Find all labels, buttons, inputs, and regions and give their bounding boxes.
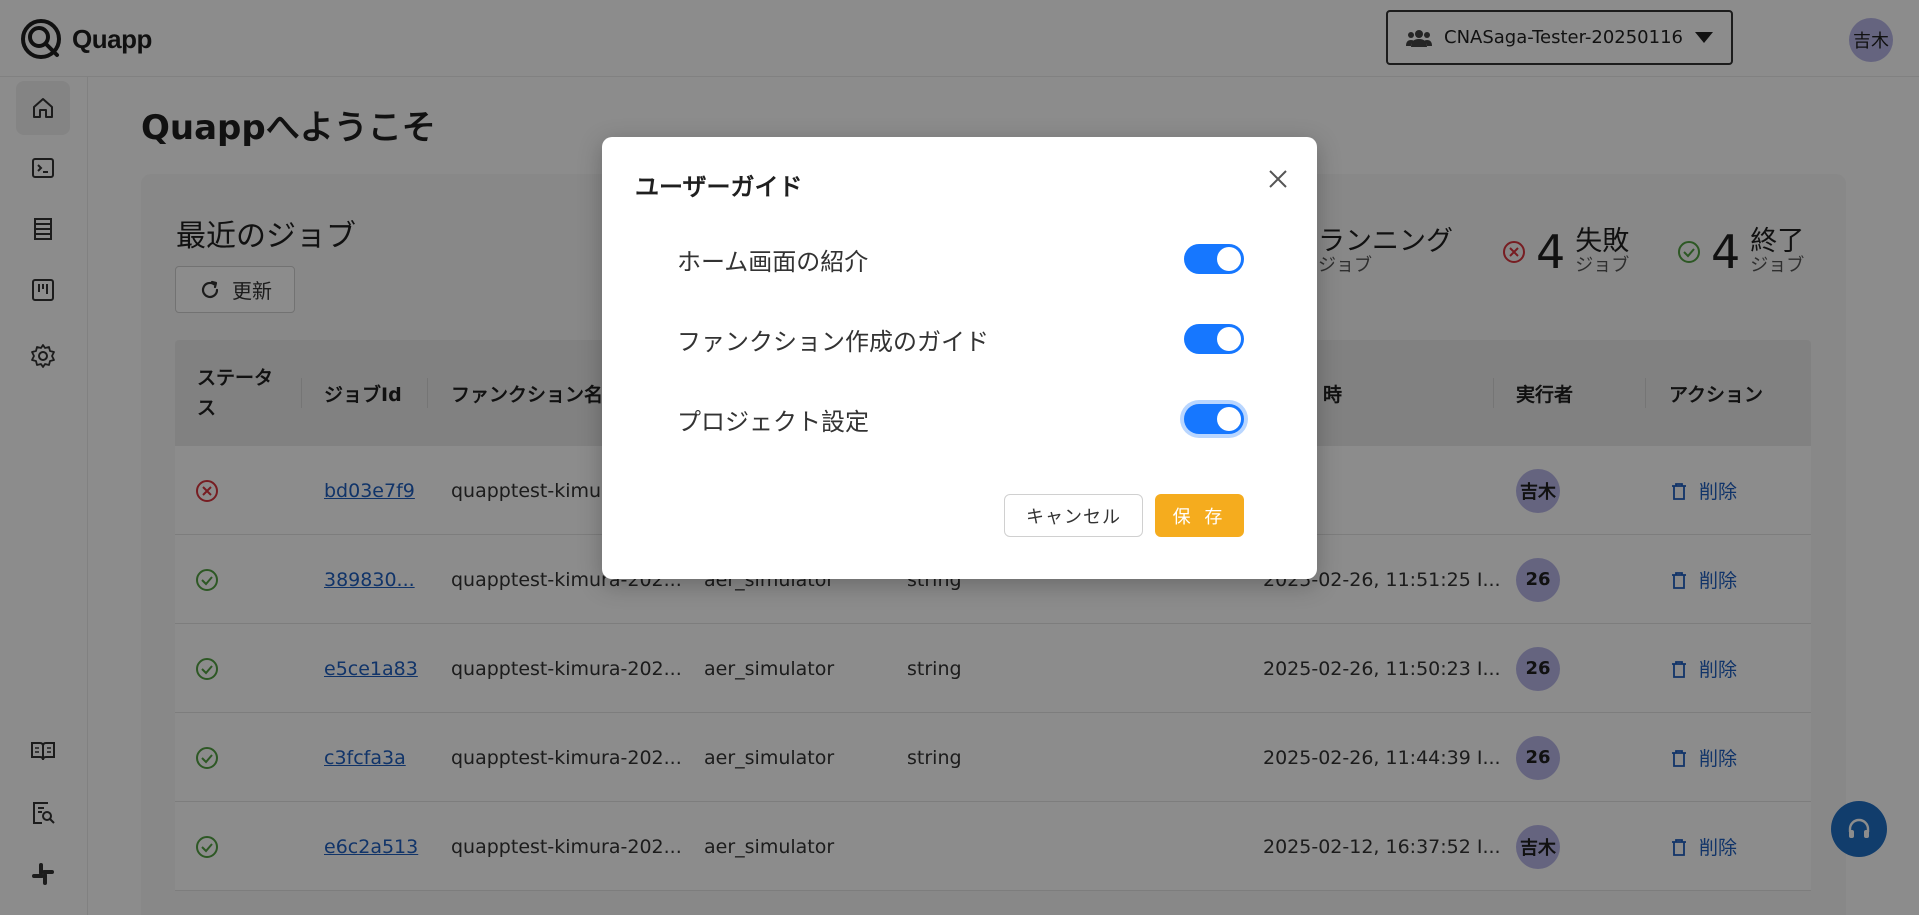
guide-option-label: プロジェクト設定 [677, 407, 869, 436]
guide-option-label: ファンクション作成のガイド [677, 327, 989, 356]
cancel-button[interactable]: キャンセル [1004, 494, 1143, 537]
dialog-title: ユーザーガイド [635, 173, 803, 201]
function-guide-toggle[interactable] [1184, 324, 1244, 354]
guide-option-home: ホーム画面の紹介 [677, 234, 1244, 284]
guide-option-function: ファンクション作成のガイド [677, 314, 1244, 364]
close-icon [1269, 170, 1287, 188]
guide-option-project: プロジェクト設定 [677, 394, 1244, 444]
guide-option-label: ホーム画面の紹介 [677, 247, 869, 276]
user-guide-dialog: ユーザーガイド ホーム画面の紹介 ファンクション作成のガイド プロジェクト設定 … [602, 137, 1317, 579]
save-button[interactable]: 保 存 [1155, 494, 1244, 537]
project-settings-toggle[interactable] [1184, 404, 1244, 434]
close-button[interactable] [1264, 165, 1292, 193]
home-guide-toggle[interactable] [1184, 244, 1244, 274]
